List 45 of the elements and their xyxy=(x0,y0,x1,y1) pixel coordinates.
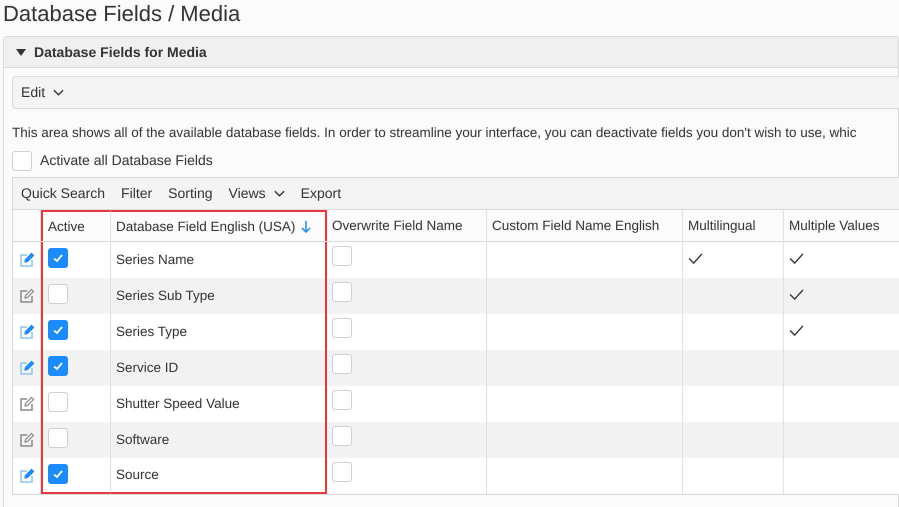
caret-icon xyxy=(274,190,285,198)
toolbar-button[interactable]: Sorting xyxy=(168,183,213,204)
overwrite-checkbox[interactable] xyxy=(332,318,352,338)
column-header[interactable]: Custom Field Name English xyxy=(487,210,683,242)
edit-icon[interactable] xyxy=(18,252,34,268)
overwrite-checkbox[interactable] xyxy=(332,246,352,266)
active-checkbox[interactable] xyxy=(48,284,68,304)
description-text: This area shows all of the available database fields. In order to streamline your interface, you can deactivate fields you don't wish to use, whic xyxy=(12,124,857,142)
activate-all-label: Activate all Database Fields xyxy=(40,151,213,170)
overwrite-checkbox[interactable] xyxy=(332,462,352,482)
overwrite-checkbox[interactable] xyxy=(332,282,352,302)
edit-icon[interactable] xyxy=(18,432,34,448)
active-checkbox[interactable] xyxy=(48,356,68,376)
edit-icon[interactable] xyxy=(18,360,34,376)
active-checkbox[interactable] xyxy=(48,248,68,268)
active-checkbox[interactable] xyxy=(48,320,68,340)
active-checkbox[interactable] xyxy=(48,428,68,448)
column-header[interactable]: Multiple Values xyxy=(784,210,899,242)
column-header[interactable]: Overwrite Field Name xyxy=(327,210,487,242)
triangle-down-icon xyxy=(16,48,26,56)
edit-icon[interactable] xyxy=(18,468,34,484)
panel-title: Database Fields for Media xyxy=(34,42,207,62)
views-menu[interactable]: Views xyxy=(228,183,285,204)
edit-menu[interactable]: Edit xyxy=(21,82,64,103)
active-checkbox[interactable] xyxy=(48,464,68,484)
toolbar-button[interactable]: Filter xyxy=(121,183,152,204)
checkmark-icon xyxy=(52,468,64,480)
overwrite-checkbox[interactable] xyxy=(332,426,352,446)
overwrite-checkbox[interactable] xyxy=(332,390,352,410)
page-title: Database Fields / Media xyxy=(2,0,242,28)
checkmark-icon xyxy=(52,360,64,372)
checkmark-icon xyxy=(52,252,64,264)
toolbar-button[interactable]: Export xyxy=(300,183,342,204)
field-name-cell: Source xyxy=(111,458,327,494)
activate-all-checkbox[interactable] xyxy=(12,150,32,171)
toolbar-button[interactable]: Quick Search xyxy=(21,183,106,204)
checkmark-icon xyxy=(52,324,64,336)
edit-icon[interactable] xyxy=(18,288,34,304)
edit-icon[interactable] xyxy=(18,396,34,412)
active-checkbox[interactable] xyxy=(48,392,68,412)
panel-header[interactable]: Database Fields for Media xyxy=(4,37,898,68)
caret-icon xyxy=(53,89,64,96)
column-header[interactable]: Multilingual xyxy=(683,210,784,242)
overwrite-checkbox[interactable] xyxy=(332,354,352,374)
edit-icon[interactable] xyxy=(18,324,34,340)
